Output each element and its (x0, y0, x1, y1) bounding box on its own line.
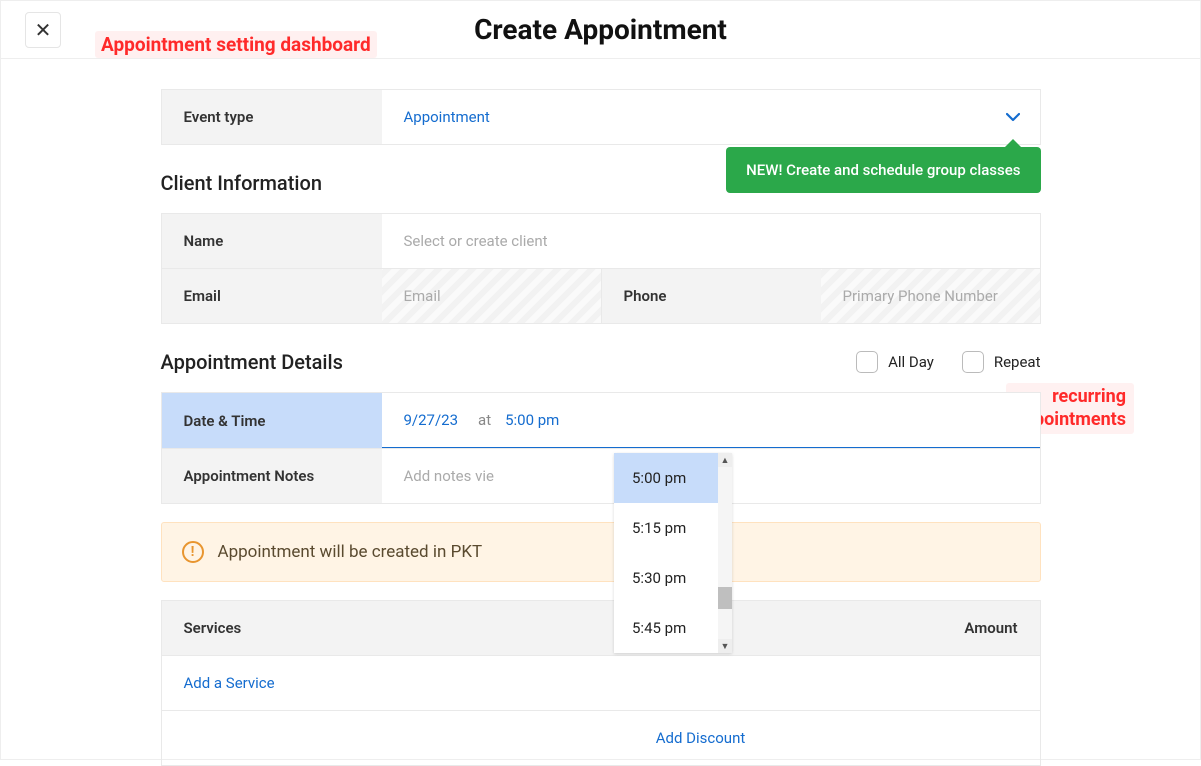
event-type-label: Event type (162, 90, 382, 144)
event-type-select[interactable]: Appointment (382, 90, 1040, 144)
datetime-row: Date & Time 9/27/23 at 5:00 pm (161, 392, 1041, 449)
client-email-input[interactable]: Email (382, 269, 601, 323)
add-discount-link[interactable]: Add Discount (656, 729, 746, 747)
all-day-option: All Day (856, 351, 934, 373)
scrollbar-thumb[interactable] (718, 587, 732, 609)
amount-col-label: Amount (880, 601, 1040, 655)
date-input[interactable]: 9/27/23 (404, 411, 459, 429)
services-header-row: Services uration Amount (161, 600, 1041, 656)
client-email-placeholder: Email (404, 287, 441, 305)
repeat-checkbox[interactable] (962, 351, 984, 373)
notes-placeholder-left: Add notes vie (404, 467, 494, 485)
form-content: Event type Appointment NEW! Create and s… (161, 89, 1041, 766)
chevron-down-icon[interactable] (1006, 108, 1020, 126)
client-name-input[interactable]: Select or create client (382, 214, 1040, 268)
time-option[interactable]: 5:15 pm (614, 503, 732, 553)
warning-icon: ! (182, 541, 204, 563)
all-day-checkbox[interactable] (856, 351, 878, 373)
client-phone-input[interactable]: Primary Phone Number (821, 269, 1040, 323)
client-name-label: Name (162, 214, 382, 268)
at-text: at (478, 411, 491, 429)
close-icon: ✕ (35, 18, 52, 42)
warning-text: Appointment will be created in PKT (218, 542, 483, 562)
time-dropdown[interactable]: ▲ ▼ 5:00 pm 5:15 pm 5:30 pm 5:45 pm (614, 453, 732, 653)
annotation-dashboard: Appointment setting dashboard (95, 31, 377, 58)
scroll-down-icon[interactable]: ▼ (718, 639, 732, 653)
event-type-value: Appointment (404, 108, 490, 126)
all-day-label: All Day (888, 353, 934, 371)
page-title: Create Appointment (474, 13, 727, 46)
scrollbar-track[interactable] (718, 467, 732, 639)
notes-row: Appointment Notes Add notes vie ly (opti… (161, 449, 1041, 504)
client-info-heading: Client Information (161, 171, 322, 195)
client-name-row: Name Select or create client (161, 213, 1041, 269)
client-phone-placeholder: Primary Phone Number (843, 287, 998, 305)
repeat-option: Repeat (962, 351, 1041, 373)
repeat-label: Repeat (994, 353, 1041, 371)
datetime-label: Date & Time (162, 393, 382, 448)
time-option[interactable]: 5:30 pm (614, 553, 732, 603)
add-discount-row: Add Discount (161, 711, 1041, 766)
time-input[interactable]: 5:00 pm (505, 411, 559, 429)
time-option[interactable]: 5:00 pm (614, 453, 732, 503)
close-button[interactable]: ✕ (25, 12, 61, 48)
timezone-warning: ! Appointment will be created in PKT (161, 522, 1041, 582)
client-phone-label: Phone (601, 269, 821, 323)
appt-options: All Day Repeat (856, 351, 1040, 373)
time-option[interactable]: 5:45 pm (614, 603, 732, 653)
add-service-button[interactable]: Add a Service (161, 656, 1041, 711)
client-email-label: Email (162, 269, 382, 323)
appt-details-heading: Appointment Details (161, 350, 343, 374)
event-type-row: Event type Appointment (161, 89, 1041, 145)
services-col-label: Services (162, 601, 602, 655)
scroll-up-icon[interactable]: ▲ (718, 453, 732, 467)
client-contact-row: Email Email Phone Primary Phone Number (161, 269, 1041, 324)
client-name-placeholder: Select or create client (404, 232, 548, 250)
notes-label: Appointment Notes (162, 449, 382, 503)
group-classes-tooltip[interactable]: NEW! Create and schedule group classes (726, 147, 1040, 193)
datetime-value-cell: 9/27/23 at 5:00 pm (382, 393, 1040, 448)
appt-details-header: Appointment Details All Day Repeat (161, 350, 1041, 374)
